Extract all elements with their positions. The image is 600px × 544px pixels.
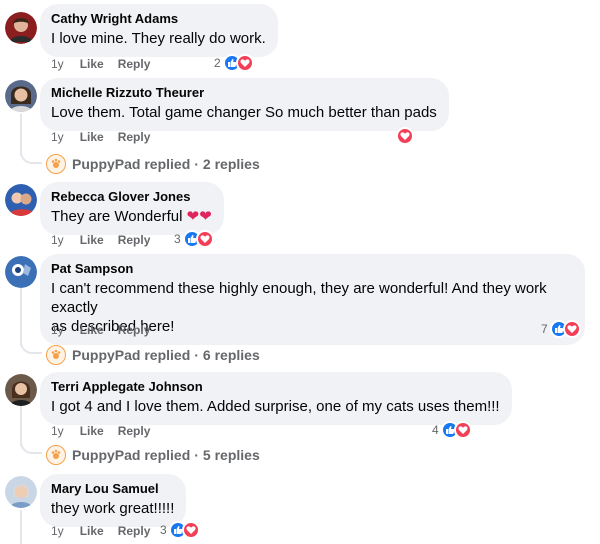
comment-age[interactable]: 1y xyxy=(51,424,64,438)
view-replies-link[interactable]: PuppyPad replied · 5 replies xyxy=(46,445,260,465)
reaction-summary[interactable]: 3 xyxy=(160,521,200,539)
heart-icon xyxy=(181,521,200,539)
thread-connector xyxy=(20,440,42,454)
comment-text: I love mine. They really do work. xyxy=(51,30,266,47)
comment-text: I got 4 and I love them. Added surprise,… xyxy=(51,398,500,415)
separator: · xyxy=(194,156,199,172)
reaction-summary[interactable]: 4 xyxy=(432,421,472,439)
thread-connector xyxy=(20,340,42,354)
comment-bubble: Mary Lou Samuel they work great!!!!! xyxy=(40,474,187,527)
comment-actions: 1y Like Reply xyxy=(51,424,150,438)
comment-author[interactable]: Michelle Rizzuto Theurer xyxy=(51,84,437,101)
avatar[interactable] xyxy=(5,184,37,216)
comment-age[interactable]: 1y xyxy=(51,233,64,247)
avatar[interactable] xyxy=(5,374,37,406)
puppypad-avatar xyxy=(46,154,66,174)
reaction-count: 2 xyxy=(214,56,221,70)
replier-name: PuppyPad replied xyxy=(72,447,191,463)
like-button[interactable]: Like xyxy=(80,424,104,438)
reply-button[interactable]: Reply xyxy=(118,524,151,538)
comment-age[interactable]: 1y xyxy=(51,524,64,538)
comment-age[interactable]: 1y xyxy=(51,323,64,337)
comment-author[interactable]: Terri Applegate Johnson xyxy=(51,378,500,395)
reaction-summary[interactable]: 3 xyxy=(174,230,214,248)
replies-count: 6 replies xyxy=(202,347,260,363)
comment-actions: 1y Like Reply xyxy=(51,130,150,144)
heart-emoji-icon: ❤❤ xyxy=(186,208,212,225)
reaction-summary[interactable] xyxy=(396,127,414,145)
heart-icon xyxy=(396,127,414,145)
separator: · xyxy=(194,347,199,363)
comment-age[interactable]: 1y xyxy=(51,57,64,71)
comment-bubble: Terri Applegate Johnson I got 4 and I lo… xyxy=(40,372,512,425)
comment-bubble: Rebecca Glover Jones They are Wonderful … xyxy=(40,182,224,235)
reply-button[interactable]: Reply xyxy=(118,57,151,71)
like-button[interactable]: Like xyxy=(80,323,104,337)
reply-button[interactable]: Reply xyxy=(118,323,151,337)
avatar[interactable] xyxy=(5,476,37,508)
like-button[interactable]: Like xyxy=(80,130,104,144)
comment-author[interactable]: Rebecca Glover Jones xyxy=(51,188,212,205)
comment-age[interactable]: 1y xyxy=(51,130,64,144)
like-button[interactable]: Like xyxy=(80,57,104,71)
reaction-count: 3 xyxy=(174,232,181,246)
comment-text: they work great!!!!! xyxy=(51,500,175,517)
like-button[interactable]: Like xyxy=(80,524,104,538)
puppypad-avatar xyxy=(46,345,66,365)
avatar[interactable] xyxy=(5,256,37,288)
reaction-count: 3 xyxy=(160,523,167,537)
reaction-summary[interactable]: 2 xyxy=(214,54,254,72)
avatar[interactable] xyxy=(5,12,37,44)
replier-name: PuppyPad replied xyxy=(72,156,191,172)
comment-actions: 1y Like Reply xyxy=(51,233,150,247)
comment-text-content: They are Wonderful xyxy=(51,208,183,225)
view-replies-link[interactable]: PuppyPad replied · 2 replies xyxy=(46,154,260,174)
replier-name: PuppyPad replied xyxy=(72,347,191,363)
comment-author[interactable]: Mary Lou Samuel xyxy=(51,480,174,497)
reaction-count: 7 xyxy=(541,322,548,336)
comment-author[interactable]: Cathy Wright Adams xyxy=(51,10,266,27)
heart-icon xyxy=(453,421,472,439)
like-button[interactable]: Like xyxy=(80,233,104,247)
reply-button[interactable]: Reply xyxy=(118,233,151,247)
reaction-summary[interactable]: 7 xyxy=(541,320,581,338)
comment-text-line: I can't recommend these highly enough, t… xyxy=(51,280,547,316)
puppypad-avatar xyxy=(46,445,66,465)
thread-line xyxy=(20,510,22,544)
view-replies-link[interactable]: PuppyPad replied · 6 replies xyxy=(46,345,260,365)
thread-line xyxy=(20,286,22,346)
heart-icon xyxy=(562,320,581,338)
replies-count: 2 replies xyxy=(202,156,260,172)
comment-author[interactable]: Pat Sampson xyxy=(51,260,573,277)
heart-icon xyxy=(195,230,214,248)
reply-button[interactable]: Reply xyxy=(118,130,151,144)
comment-text: They are Wonderful ❤❤ xyxy=(51,207,212,226)
comment-text: Love them. Total game changer So much be… xyxy=(51,104,437,121)
avatar[interactable] xyxy=(5,80,37,112)
reaction-count: 4 xyxy=(432,423,439,437)
thread-connector xyxy=(20,150,42,164)
separator: · xyxy=(194,447,199,463)
comment-bubble: Cathy Wright Adams I love mine. They rea… xyxy=(40,4,278,57)
reply-button[interactable]: Reply xyxy=(118,424,151,438)
comment-actions: 1y Like Reply xyxy=(51,323,150,337)
heart-icon xyxy=(235,54,254,72)
comment-actions: 1y Like Reply xyxy=(51,524,150,538)
comment-actions: 1y Like Reply xyxy=(51,57,150,71)
comment-bubble: Michelle Rizzuto Theurer Love them. Tota… xyxy=(40,78,449,131)
replies-count: 5 replies xyxy=(202,447,260,463)
